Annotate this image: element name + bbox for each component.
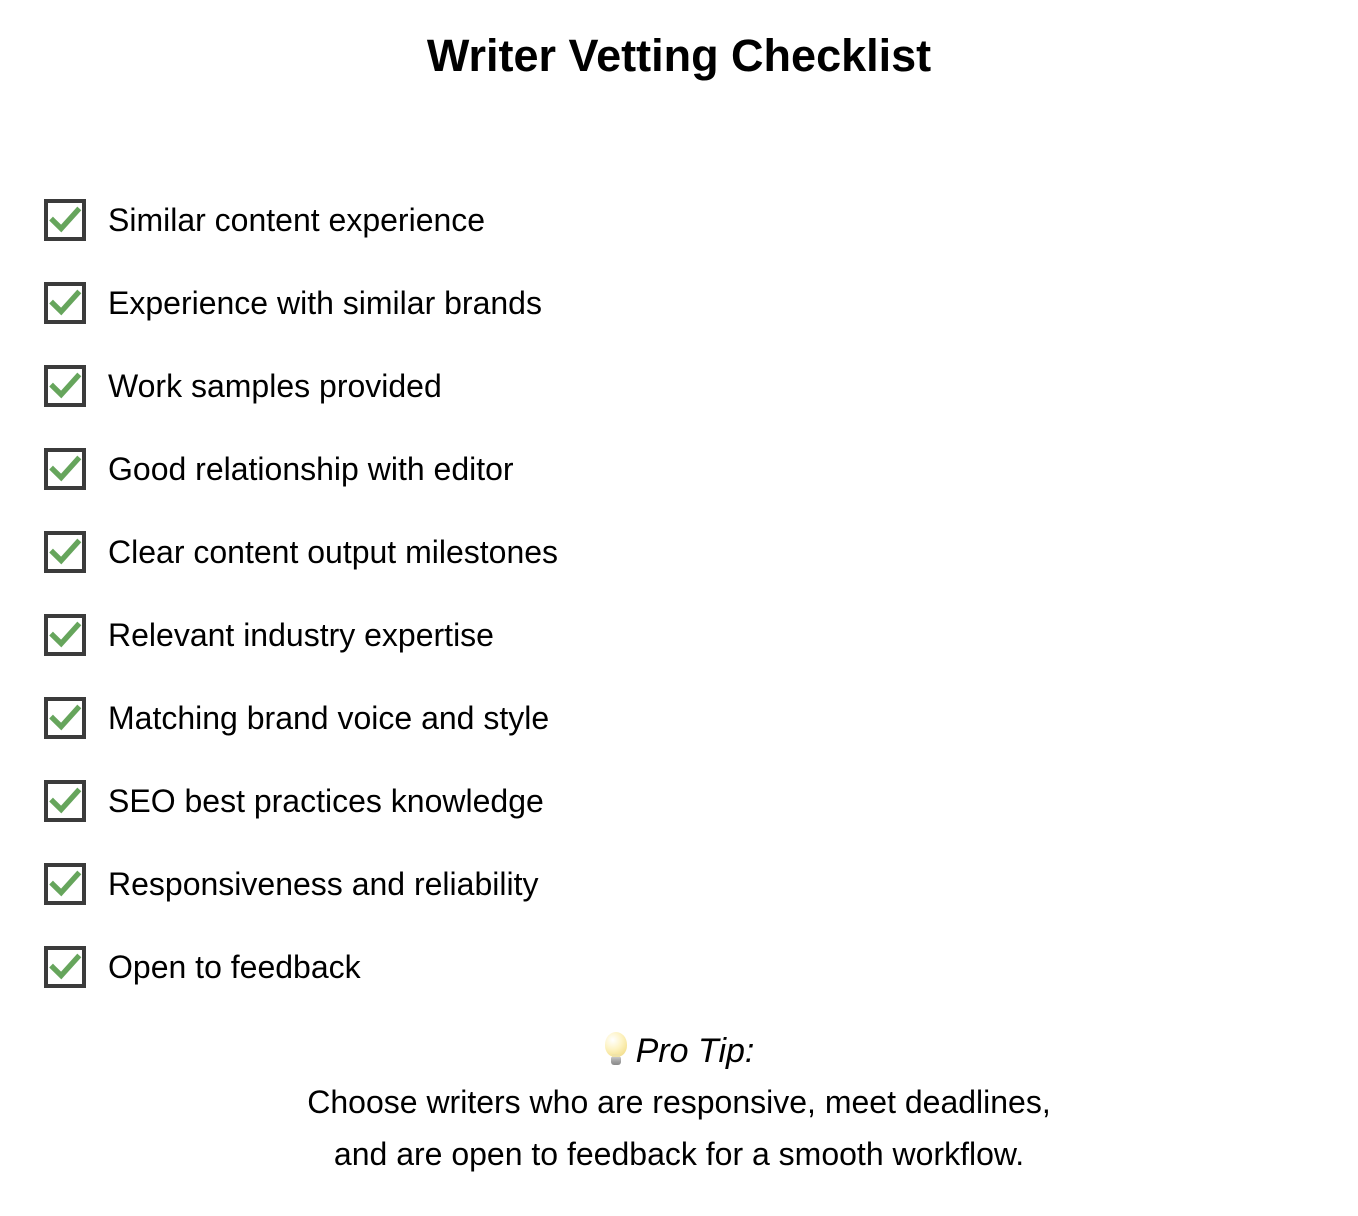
page-title: Writer Vetting Checklist: [426, 30, 932, 81]
pro-tip-section: Pro Tip: Choose writers who are responsi…: [0, 1026, 1358, 1180]
checklist-item-label: Responsiveness and reliability: [108, 866, 539, 902]
checklist-item[interactable]: Work samples provided: [44, 360, 1144, 412]
checklist-item[interactable]: Clear content output milestones: [44, 526, 1144, 578]
checkbox-checked-icon[interactable]: [44, 614, 86, 656]
checkbox-checked-icon[interactable]: [44, 697, 86, 739]
checklist-item-label: Good relationship with editor: [108, 451, 514, 487]
checklist-item[interactable]: Relevant industry expertise: [44, 609, 1144, 661]
checkbox-checked-icon[interactable]: [44, 448, 86, 490]
checklist-item[interactable]: Responsiveness and reliability: [44, 858, 1144, 910]
checkbox-checked-icon[interactable]: [44, 282, 86, 324]
checklist-item[interactable]: Open to feedback: [44, 941, 1144, 993]
checklist: Similar content experience Experience wi…: [44, 194, 1144, 993]
pro-tip-line: Choose writers who are responsive, meet …: [307, 1084, 1051, 1120]
checkbox-checked-icon[interactable]: [44, 199, 86, 241]
checklist-item-label: Matching brand voice and style: [108, 700, 550, 736]
lightbulb-icon: [604, 1032, 628, 1066]
checklist-item-label: Similar content experience: [108, 202, 486, 238]
checkbox-checked-icon[interactable]: [44, 531, 86, 573]
checklist-item-label: Work samples provided: [108, 368, 442, 404]
checklist-item[interactable]: SEO best practices knowledge: [44, 775, 1144, 827]
checklist-item-label: SEO best practices knowledge: [108, 783, 544, 819]
checkbox-checked-icon[interactable]: [44, 780, 86, 822]
checkbox-checked-icon[interactable]: [44, 946, 86, 988]
pro-tip-line: and are open to feedback for a smooth wo…: [333, 1136, 1025, 1172]
checklist-item[interactable]: Similar content experience: [44, 194, 1144, 246]
checklist-item[interactable]: Matching brand voice and style: [44, 692, 1144, 744]
pro-tip-heading-label: Pro Tip:: [635, 1032, 755, 1070]
checklist-item-label: Relevant industry expertise: [108, 617, 494, 653]
checklist-item-label: Clear content output milestones: [108, 534, 559, 570]
checklist-item[interactable]: Experience with similar brands: [44, 277, 1144, 329]
checkbox-checked-icon[interactable]: [44, 365, 86, 407]
checklist-item[interactable]: Good relationship with editor: [44, 443, 1144, 495]
checklist-item-label: Open to feedback: [108, 949, 361, 985]
checklist-page: Writer Vetting Checklist Similar content…: [0, 0, 1358, 1216]
checkbox-checked-icon[interactable]: [44, 863, 86, 905]
pro-tip-heading: Pro Tip:: [0, 1026, 1358, 1076]
checklist-item-label: Experience with similar brands: [108, 285, 542, 321]
